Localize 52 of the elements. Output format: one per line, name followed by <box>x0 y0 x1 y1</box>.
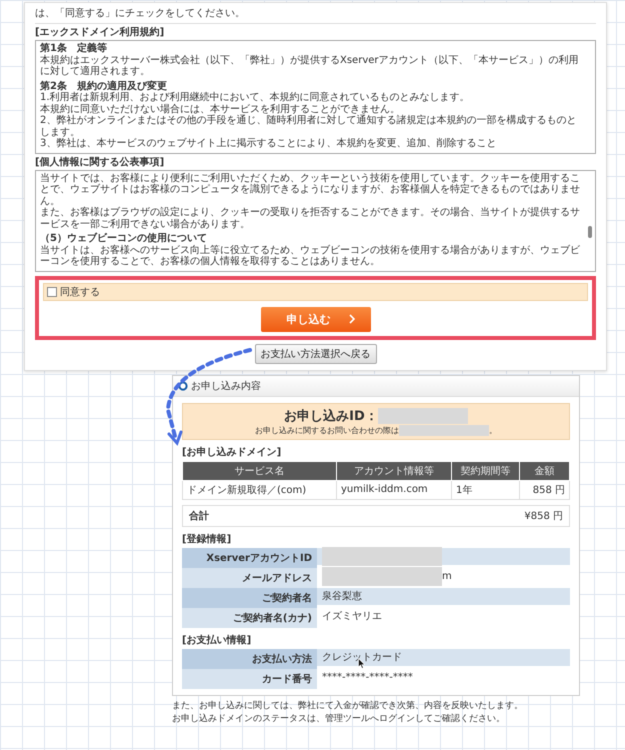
paragraph: 3、弊社は、本サービスのウェブサイト上に掲示することにより、本規約を変更、追加、削除すること <box>40 138 498 150</box>
paragraph: 本規約に同意いただけない場合には、本サービスを利用することができません。 <box>40 104 401 114</box>
column-header: 契約期間等 <box>451 461 520 480</box>
total-label: 合計 <box>189 510 209 522</box>
inquiry-text: 。 <box>489 424 497 436</box>
paragraph: 本規約はエックスサーバー株式会社（以下、「弊社」）が提供するXserverアカウント（以下、「本サービス」）の利用に対して適用されます。 <box>40 54 580 78</box>
article-heading: 第2条 規約の適用及び変更 <box>40 80 168 92</box>
field-label: ご契約者名(カナ) <box>182 608 317 628</box>
column-header: アカウント情報等 <box>336 461 452 480</box>
field-value: m <box>442 570 452 582</box>
circle-icon <box>178 380 188 390</box>
terms-textarea[interactable] <box>35 40 596 154</box>
paragraph: また、お客様はブラウザの設定により、クッキーの受取りを拒否することができます。その場合、当サイトが提供するサービスを一部ご利用できない場合があります。 <box>40 207 581 230</box>
column-header: サービス名 <box>182 461 336 480</box>
section-heading: [エックスドメイン利用規約] <box>35 26 166 40</box>
section-title: お申し込み内容 <box>191 380 261 392</box>
field-label: メールアドレス <box>182 568 317 588</box>
section-heading: [お支払い情報] <box>182 634 252 646</box>
agree-checkbox[interactable] <box>47 286 57 296</box>
total-value: ¥858 円 <box>524 510 563 522</box>
field-value: 泉谷梨恵 <box>322 590 362 603</box>
order-id-label: お申し込みID： <box>284 408 378 424</box>
column-header: 金額 <box>520 461 570 480</box>
terms-textarea[interactable] <box>35 170 596 272</box>
footer-text: また、お申し込みに関しては、弊社にて入金が確認でき次第、内容を反映いたします。 <box>172 700 524 712</box>
agree-label[interactable]: 同意する <box>60 284 100 298</box>
paragraph: 当サイトは、お客様へのサービス向上等に役立てるため、ウェブビーコンの技術を使用する場合がありますが、ウェブビーコンを使用することで、お客様の個人情報を取得することはありません。 <box>40 244 581 268</box>
chevron-icon <box>348 314 354 324</box>
footer-text: お申し込みドメインのステータスは、管理ツールへログインしてご確認ください。 <box>172 712 506 726</box>
back-button[interactable]: お支払い方法選択へ戻る <box>254 344 376 364</box>
section-heading: [登録情報] <box>182 532 232 546</box>
scrollbar-thumb[interactable] <box>588 226 592 238</box>
article-heading: （5）ウェブビーコンの使用について <box>40 233 208 244</box>
inquiry-text: お申し込みに関するお問い合わせの際は <box>255 424 399 436</box>
section-heading: [個人情報に関する公表事項] <box>35 156 166 170</box>
section-heading: [お申し込みドメイン] <box>182 446 282 458</box>
table-cell: 858 円 <box>520 480 570 499</box>
table-cell: 1年 <box>451 480 520 499</box>
field-label: お支払い方法 <box>182 648 317 668</box>
field-label: ご契約者名 <box>182 588 317 608</box>
field-value: クレジットカード <box>322 650 402 664</box>
field-label: XserverアカウントID <box>182 548 317 568</box>
field-value: ****-****-****-**** <box>322 672 413 682</box>
table-cell: ドメイン新規取得／(com) <box>182 480 336 499</box>
article-heading: 第1条 定義等 <box>40 43 108 54</box>
instruction-text: は、「同意する」にチェックをしてください。 <box>35 7 596 24</box>
field-value: イズミヤリエ <box>322 610 382 623</box>
paragraph: 1.利用者は新規利用、および利用継続中において、本規約に同意されているものとみなします。 <box>40 92 471 104</box>
table-cell: yumilk-iddm.com <box>336 480 452 499</box>
paragraph: 当サイトでは、お客様により便利にご利用いただくため、クッキーという技術を使用しています。クッキーを使用することで、ウェブサイトはお客様のコンピュータを識別できるようになりますが、お客様個人を特定できるものではありません。 <box>40 172 581 206</box>
paragraph: 2、弊社がオンラインまたはその他の手段を通じ、随時利用者に対して通知する諸規定は本規約の一部を構成するものとします。 <box>40 115 578 138</box>
field-label: カード番号 <box>182 668 317 688</box>
